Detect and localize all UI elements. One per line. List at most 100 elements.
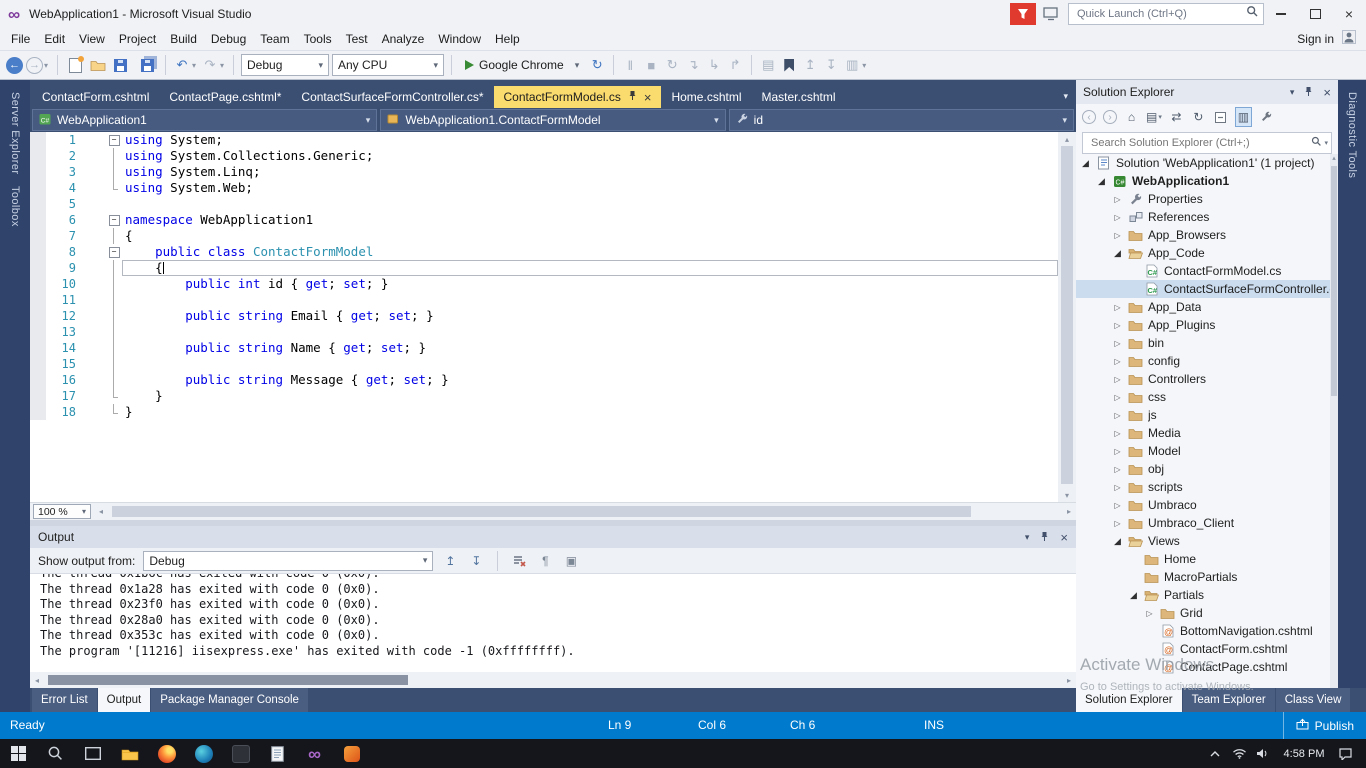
breakpoint-margin[interactable] xyxy=(30,324,46,340)
refresh-icon[interactable]: ↻ xyxy=(1191,108,1206,126)
menu-build[interactable]: Build xyxy=(163,29,204,49)
volume-icon[interactable] xyxy=(1251,739,1275,768)
expander-icon[interactable]: ▷ xyxy=(1112,303,1123,312)
panel-tab-class-view[interactable]: Class View xyxy=(1275,688,1351,712)
expander-icon[interactable]: ▷ xyxy=(1112,465,1123,474)
clear-all-icon[interactable] xyxy=(510,551,528,571)
tree-item-media[interactable]: ▷ Media xyxy=(1076,424,1330,442)
breakpoint-margin[interactable] xyxy=(30,372,46,388)
menu-edit[interactable]: Edit xyxy=(37,29,72,49)
expander-icon[interactable]: ▷ xyxy=(1112,519,1123,528)
breakpoint-margin[interactable] xyxy=(30,260,46,276)
fold-margin[interactable] xyxy=(106,308,122,324)
forward-icon[interactable]: › xyxy=(1103,110,1117,124)
solution-explorer-search-input[interactable] xyxy=(1089,136,1312,150)
code-line[interactable]: 14 public string Name { get; set; } xyxy=(30,340,1058,356)
close-tab-icon[interactable]: × xyxy=(644,91,652,104)
word-wrap-icon[interactable]: ¶ xyxy=(536,551,554,571)
breakpoint-margin[interactable] xyxy=(30,340,46,356)
taskbar-start-button[interactable] xyxy=(0,739,37,768)
tree-item-css[interactable]: ▷ css xyxy=(1076,388,1330,406)
show-all-files-icon[interactable]: ▥ xyxy=(1234,107,1252,127)
fold-margin[interactable] xyxy=(106,372,122,388)
search-icon[interactable] xyxy=(1311,134,1322,152)
menu-file[interactable]: File xyxy=(4,29,37,49)
collapse-icon[interactable]: − xyxy=(108,246,120,258)
tree-item-app-data[interactable]: ▷ App_Data xyxy=(1076,298,1330,316)
menu-analyze[interactable]: Analyze xyxy=(375,29,432,49)
panel-tab-team-explorer[interactable]: Team Explorer xyxy=(1182,688,1275,712)
scroll-up-icon[interactable]: ▴ xyxy=(1330,154,1338,162)
pin-tab-icon[interactable] xyxy=(628,90,637,104)
breakpoint-margin[interactable] xyxy=(30,196,46,212)
taskbar-app-window-button[interactable] xyxy=(222,739,259,768)
code-line[interactable]: 1 − using System; xyxy=(30,132,1058,148)
solution-platform-dropdown[interactable]: Any CPU ▾ xyxy=(332,54,444,76)
fold-margin[interactable] xyxy=(106,388,122,404)
search-icon[interactable] xyxy=(1246,5,1259,23)
output-horizontal-scrollbar[interactable]: ◂ ▸ xyxy=(30,672,1076,688)
tray-expand-icon[interactable] xyxy=(1203,739,1227,768)
expander-icon[interactable]: ▷ xyxy=(1112,375,1123,384)
navigate-backward-icon[interactable]: ← xyxy=(6,56,23,74)
code-line[interactable]: 7{ xyxy=(30,228,1058,244)
expander-icon[interactable]: ▷ xyxy=(1112,429,1123,438)
window-position-icon[interactable]: ▾ xyxy=(1025,532,1030,543)
tree-item-views[interactable]: ◢ Views xyxy=(1076,532,1330,550)
solution-explorer-header[interactable]: Solution Explorer ▾ × xyxy=(1076,80,1338,104)
step-over-icon[interactable]: ↳ xyxy=(705,55,723,75)
fold-margin[interactable]: − xyxy=(106,244,122,260)
panel-tab-error-list[interactable]: Error List xyxy=(32,688,97,712)
panel-tab-package-manager-console[interactable]: Package Manager Console xyxy=(151,688,308,712)
tree-item-config[interactable]: ▷ config xyxy=(1076,352,1330,370)
feedback-icon[interactable] xyxy=(1040,3,1062,25)
solution-configuration-dropdown[interactable]: Debug ▾ xyxy=(241,54,329,76)
code-line[interactable]: 9 { xyxy=(30,260,1058,276)
menu-debug[interactable]: Debug xyxy=(204,29,253,49)
menu-view[interactable]: View xyxy=(72,29,112,49)
tree-item-umbraco-client[interactable]: ▷ Umbraco_Client xyxy=(1076,514,1330,532)
editor-vertical-scrollbar[interactable]: ▴ ▾ xyxy=(1058,132,1076,502)
comment-icon[interactable]: ▥ xyxy=(843,55,861,75)
switch-views-icon[interactable]: ▤ ▾ xyxy=(1146,108,1162,126)
collapse-icon[interactable]: − xyxy=(108,134,120,146)
taskbar-visual-studio-button[interactable]: ∞ xyxy=(296,739,333,768)
code-line[interactable]: 8 − public class ContactFormModel xyxy=(30,244,1058,260)
filter-extension-icon[interactable] xyxy=(1010,3,1036,25)
taskbar-browser-button[interactable] xyxy=(185,739,222,768)
output-source-dropdown[interactable]: Debug ▾ xyxy=(143,550,434,571)
start-debugging-button[interactable]: Google Chrome ▾ xyxy=(459,58,585,72)
expander-icon[interactable]: ▷ xyxy=(1112,501,1123,510)
tab-list-dropdown-icon[interactable]: ▾ xyxy=(1063,91,1068,102)
undo-dropdown-icon[interactable]: ▾ xyxy=(190,55,198,75)
tree-item-obj[interactable]: ▷ obj xyxy=(1076,460,1330,478)
tree-item-scripts[interactable]: ▷ scripts xyxy=(1076,478,1330,496)
breakpoint-margin[interactable] xyxy=(30,148,46,164)
solution-explorer-scrollbar[interactable]: ▴ xyxy=(1330,154,1338,688)
document-tab-contactpage-cshtml[interactable]: ContactPage.cshtml* xyxy=(159,86,291,108)
breakpoint-margin[interactable] xyxy=(30,180,46,196)
expander-icon[interactable]: ▷ xyxy=(1112,321,1123,330)
next-message-icon[interactable]: ↧ xyxy=(467,551,485,571)
sync-with-active-document-icon[interactable]: ⇄ xyxy=(1169,108,1184,126)
home-icon[interactable]: ⌂ xyxy=(1124,108,1139,126)
expander-icon[interactable]: ▷ xyxy=(1112,393,1123,402)
panel-tab-solution-explorer[interactable]: Solution Explorer xyxy=(1076,688,1182,712)
tree-item-bottomnavigation-cshtml[interactable]: @ BottomNavigation.cshtml xyxy=(1076,622,1330,640)
tool-window-tab-diagnostic-tools[interactable]: Diagnostic Tools xyxy=(1346,92,1358,178)
tree-item-webapplication1[interactable]: ◢ C# WebApplication1 xyxy=(1076,172,1330,190)
taskbar-notepad-button[interactable] xyxy=(259,739,296,768)
expander-icon[interactable]: ▷ xyxy=(1112,213,1123,222)
toggle-output-icon[interactable]: ▣ xyxy=(562,551,580,571)
action-center-icon[interactable] xyxy=(1333,739,1357,768)
document-tab-contactform-cshtml[interactable]: ContactForm.cshtml xyxy=(32,86,159,108)
fold-margin[interactable]: − xyxy=(106,132,122,148)
breakpoint-margin[interactable] xyxy=(30,388,46,404)
sign-in-link[interactable]: Sign in xyxy=(1297,32,1334,46)
quick-launch[interactable] xyxy=(1068,3,1264,25)
fold-margin[interactable] xyxy=(106,260,122,276)
refresh-icon[interactable]: ↻ xyxy=(588,55,606,75)
tree-item-contactform-cshtml[interactable]: @ ContactForm.cshtml xyxy=(1076,640,1330,658)
pin-icon[interactable] xyxy=(1040,531,1049,544)
navigate-forward-icon[interactable]: → xyxy=(26,56,43,74)
